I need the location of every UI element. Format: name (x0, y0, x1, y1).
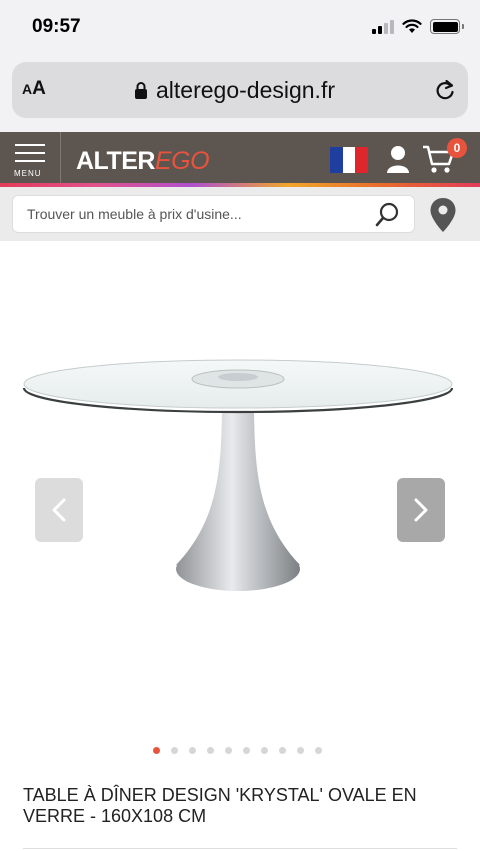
gallery-dot[interactable] (170, 747, 178, 754)
menu-button[interactable] (12, 144, 48, 168)
url-display[interactable]: alterego-design.fr (134, 77, 335, 104)
chevron-left-icon (52, 498, 66, 522)
product-image (22, 359, 454, 591)
gallery-dot[interactable] (314, 747, 322, 754)
search-icon[interactable] (374, 201, 402, 229)
status-bar: 09:57 (0, 0, 480, 56)
gallery-dot[interactable] (278, 747, 286, 754)
site-header: MENU ALTEREGO (0, 132, 480, 187)
battery-icon (430, 19, 464, 34)
wifi-icon (402, 19, 422, 33)
section-divider (23, 848, 457, 849)
store-location-icon[interactable] (429, 197, 457, 233)
gallery-dot[interactable] (206, 747, 214, 754)
gallery-dot[interactable] (224, 747, 232, 754)
status-time: 09:57 (32, 16, 81, 37)
search-input[interactable] (12, 195, 415, 233)
gallery-pagination (0, 747, 480, 754)
menu-label: MENU (14, 169, 42, 178)
search-row (0, 187, 480, 241)
cellular-signal-icon (372, 19, 394, 34)
reload-icon[interactable] (434, 78, 456, 102)
url-text: alterego-design.fr (156, 77, 335, 103)
next-image-button[interactable] (397, 478, 445, 542)
text-size-button[interactable]: AA (22, 78, 46, 100)
gallery-dot[interactable] (260, 747, 268, 754)
header-divider (60, 132, 61, 187)
product-title: TABLE À DÎNER DESIGN 'KRYSTAL' OVALE EN … (23, 785, 417, 826)
user-account-icon[interactable] (386, 144, 410, 174)
gallery-dot[interactable] (152, 747, 160, 754)
france-flag-icon[interactable] (330, 147, 369, 173)
previous-image-button[interactable] (35, 478, 83, 542)
browser-toolbar: AA alterego-design.fr (0, 56, 480, 132)
site-logo[interactable]: ALTEREGO (76, 147, 210, 176)
lock-icon (135, 82, 147, 99)
chevron-right-icon (414, 498, 428, 522)
status-icons (372, 19, 464, 34)
gallery-dot[interactable] (242, 747, 250, 754)
product-gallery (0, 241, 480, 741)
address-bar[interactable]: AA alterego-design.fr (12, 62, 468, 118)
gallery-dot[interactable] (188, 747, 196, 754)
gallery-dot[interactable] (296, 747, 304, 754)
cart-count-badge: 0 (447, 138, 467, 158)
